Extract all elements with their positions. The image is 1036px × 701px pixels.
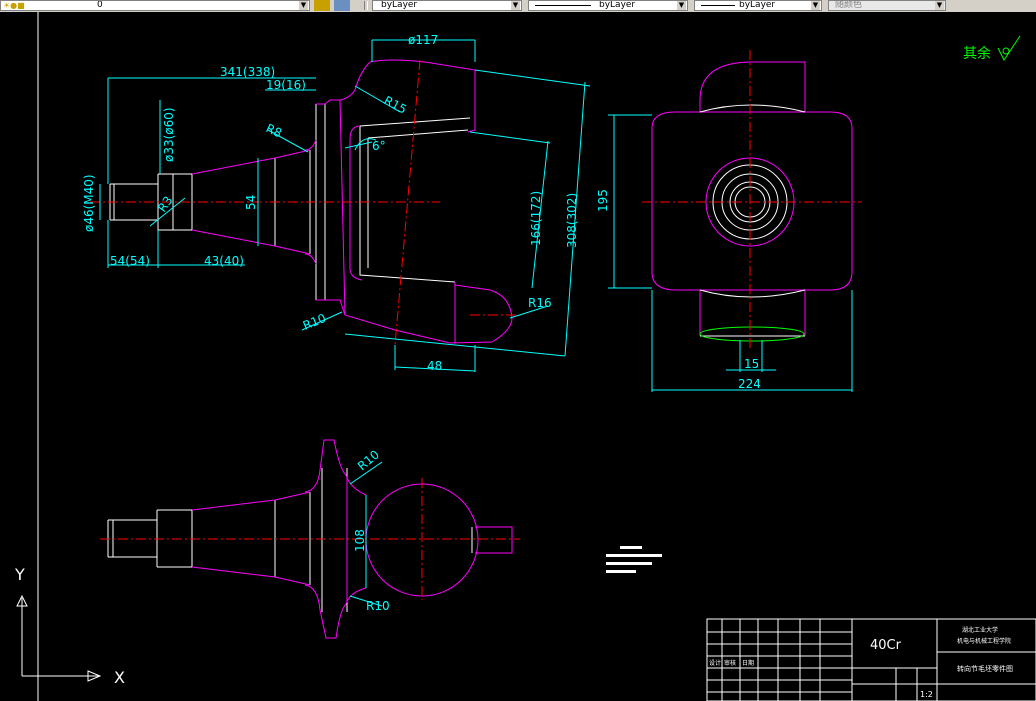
title-row-label: 审核 (724, 659, 736, 667)
layer-previous-icon[interactable] (334, 0, 350, 11)
dim-angle-6: 6° (372, 139, 386, 153)
ucs-x-label: X (114, 668, 125, 687)
ucs-y-label: Y (14, 565, 25, 584)
chevron-down-icon[interactable]: ▼ (935, 1, 944, 10)
part-name-label: 转向节毛坯零件图 (957, 664, 1013, 673)
school-label: 湖北工业大学 (962, 626, 998, 634)
toolbar-separator (364, 1, 368, 10)
material-label: 40Cr (870, 638, 902, 653)
linetype-dropdown[interactable]: byLayer ▼ (528, 0, 688, 11)
roughness-note-text: 其余 (963, 45, 991, 62)
title-row-label: 设计 (709, 659, 721, 667)
chevron-down-icon[interactable]: ▼ (677, 1, 686, 10)
color-dropdown[interactable]: byLayer ▼ (372, 0, 522, 11)
plotstyle-dropdown[interactable]: 随颜色 ▼ (828, 0, 946, 11)
dim-43: 43(40) (204, 254, 244, 268)
tech-req-heading (620, 546, 642, 549)
dim-54-horizontal: 54(54) (110, 254, 150, 268)
chevron-down-icon[interactable]: ▼ (299, 1, 308, 10)
dim-r10-bottom: R10 (366, 599, 390, 613)
color-value: byLayer (381, 0, 418, 10)
tech-req-line (606, 570, 636, 573)
dim-48: 48 (427, 359, 442, 373)
plotstyle-value: 随颜色 (835, 0, 863, 10)
chevron-down-icon[interactable]: ▼ (511, 1, 520, 10)
dim-195: 195 (596, 189, 610, 212)
tech-req-line (606, 554, 662, 557)
dim-308: 308(302) (565, 193, 579, 248)
lineweight-dropdown[interactable]: byLayer ▼ (694, 0, 822, 11)
lineweight-sample (701, 5, 735, 6)
linetype-value: byLayer (599, 0, 636, 10)
linetype-sample (535, 5, 591, 6)
tech-req-line (606, 562, 652, 565)
scale-value: 1:2 (920, 690, 933, 699)
dept-label: 机电与机械工程学院 (957, 637, 1011, 645)
layer-state-icons: ☀●■ (3, 1, 25, 10)
dim-341: 341(338) (220, 65, 275, 79)
dim-19: 19(16) (266, 78, 306, 92)
dim-54-vertical: 54 (244, 195, 258, 210)
lineweight-value: byLayer (739, 0, 776, 10)
dim-46: ø46(M40) (82, 174, 96, 232)
layer-manager-icon[interactable] (314, 0, 330, 11)
dim-224: 224 (738, 377, 761, 391)
dim-117: ø117 (408, 33, 438, 47)
title-row-label: 日期 (742, 659, 754, 667)
dim-r16: R16 (528, 296, 552, 310)
dim-108: 108 (353, 529, 367, 552)
dim-166: 166(172) (529, 191, 543, 246)
canvas-background (0, 12, 1036, 701)
dim-15: 15 (744, 357, 759, 371)
dim-33: ø33(ø60) (162, 107, 176, 162)
layer-value: 0 (97, 0, 103, 10)
model-space-canvas[interactable]: 341(338) 19(16) ø117 R15 R8 ø33(ø60) 6° … (0, 12, 1036, 701)
chevron-down-icon[interactable]: ▼ (811, 1, 820, 10)
layer-dropdown[interactable]: ☀●■ 0 ▼ (0, 0, 310, 11)
